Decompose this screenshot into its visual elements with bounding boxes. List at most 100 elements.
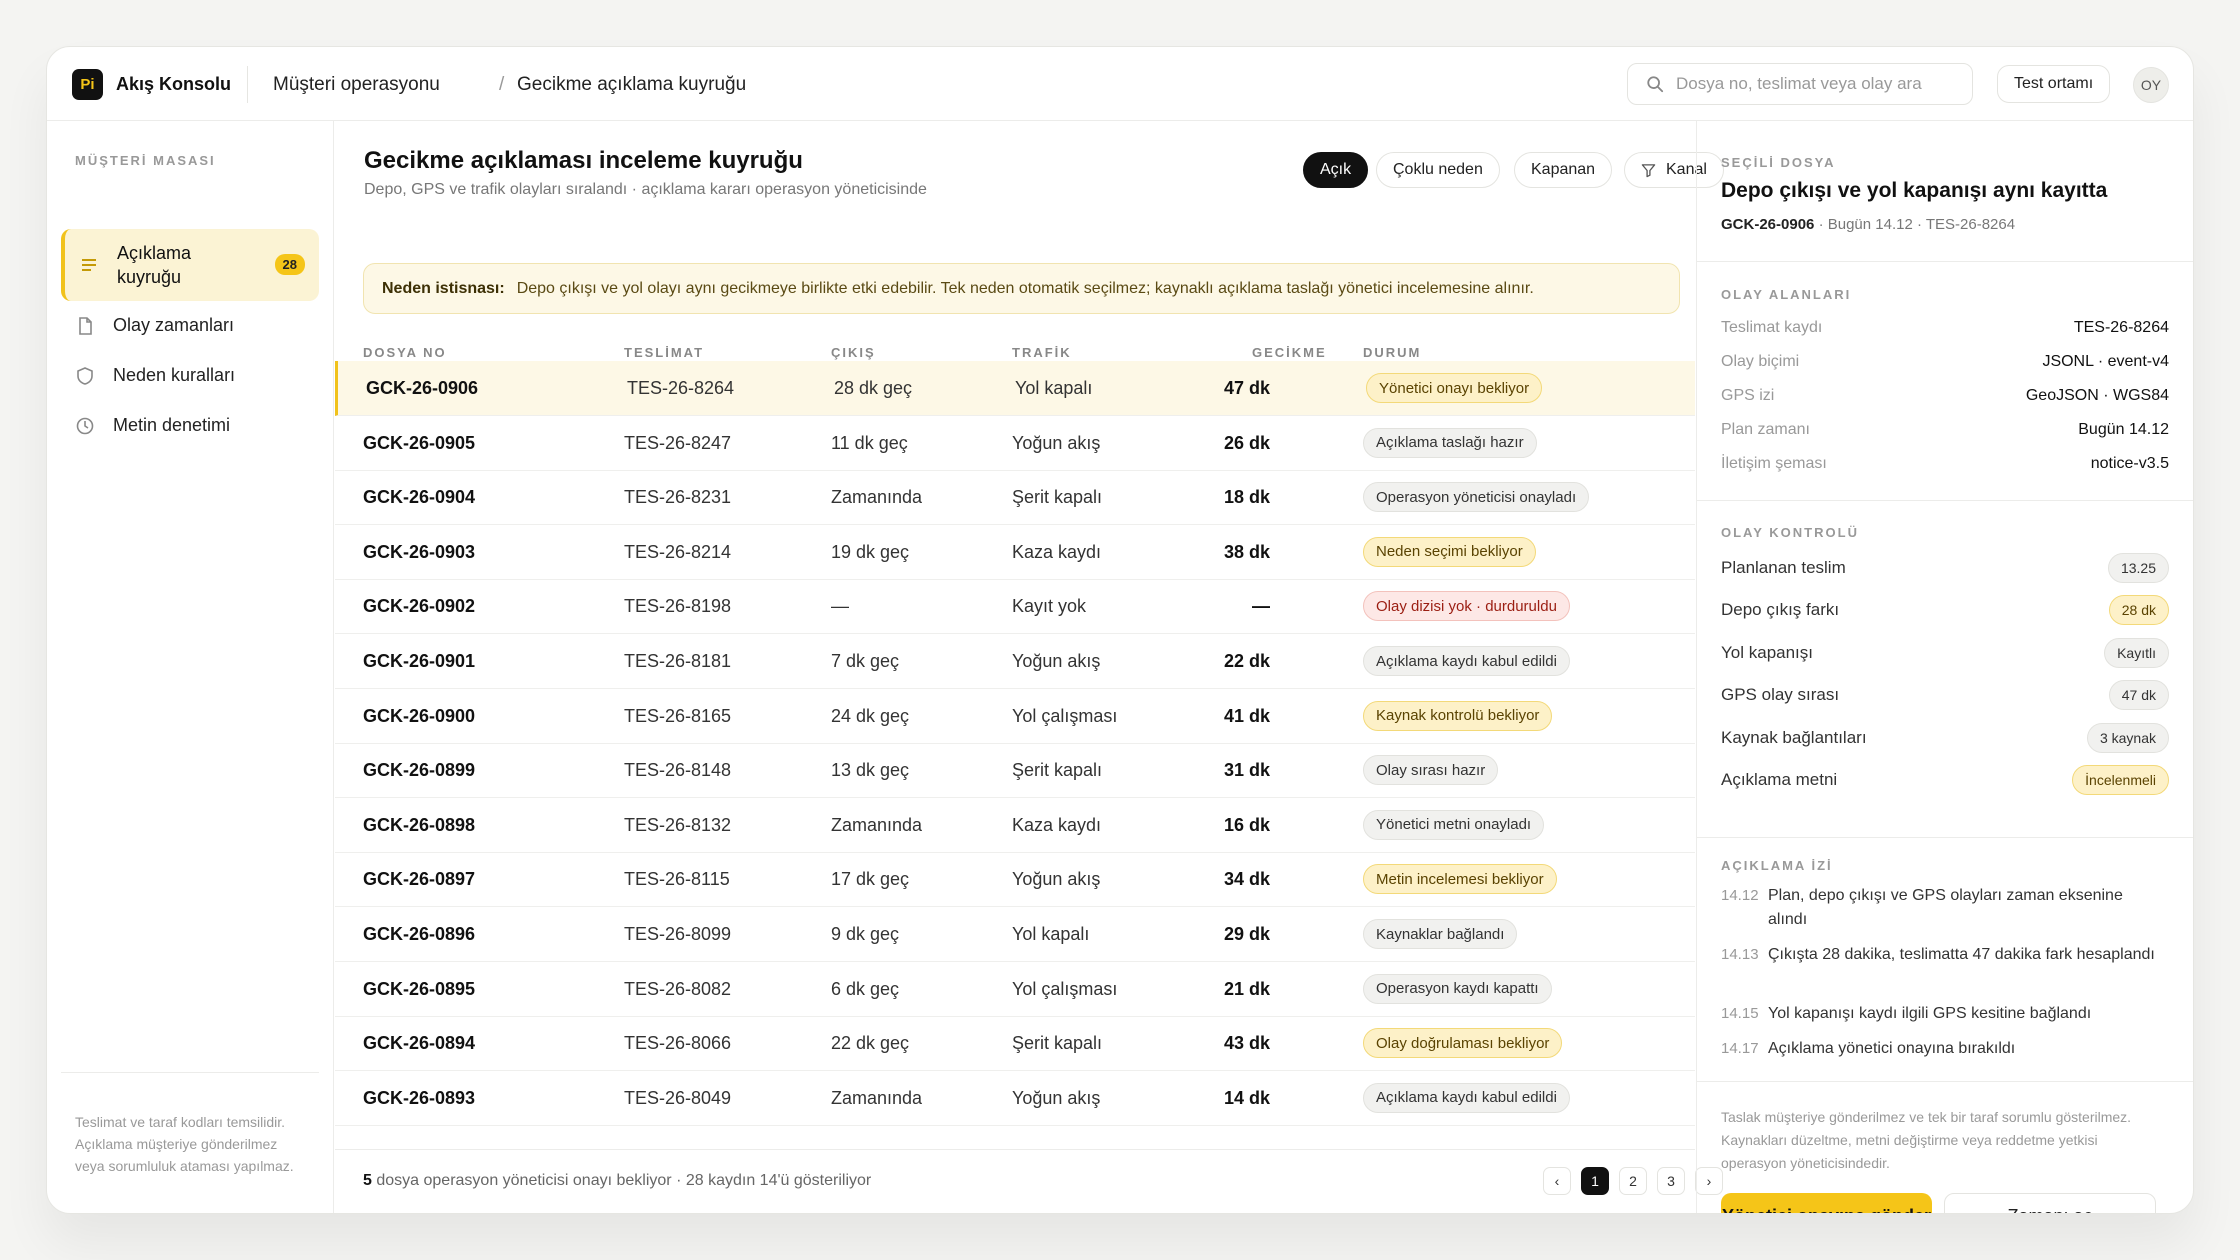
file-id: GCK-26-0898: [363, 814, 476, 835]
column-header[interactable]: DURUM: [1363, 345, 1421, 360]
user-avatar[interactable]: OY: [2133, 67, 2169, 103]
sidebar-disclaimer: Teslimat ve taraf kodları temsilidir. Aç…: [75, 1114, 294, 1174]
environment-button[interactable]: Test ortamı: [1997, 65, 2111, 103]
sidebar-item-label: Neden kuralları: [113, 365, 236, 385]
pagination-page-1[interactable]: 1: [1581, 1167, 1609, 1195]
log-time: 14.15: [1721, 1005, 1759, 1022]
delay-value: 26 dk: [1223, 432, 1270, 453]
delivery-id: TES-26-8099: [624, 924, 732, 944]
departure-delay: Zamanında: [831, 487, 923, 508]
traffic-status: Yol çalışması: [1012, 705, 1118, 726]
departure-delay: 9 dk geç: [831, 924, 900, 944]
column-header[interactable]: ÇIKIŞ: [831, 345, 876, 360]
table-row[interactable]: GCK-26-0903 TES-26-8214 19 dk geç Kaza kayd…: [335, 525, 1695, 580]
field-row: Olay biçimi JSONL · event-v4: [1721, 353, 2169, 377]
breadcrumb-item-current: Gecikme açıklama kuyruğu: [517, 74, 747, 95]
table-row[interactable]: GCK-26-0898 TES-26-8132 Zamanında Kaza kayd…: [335, 798, 1695, 853]
field-value: TES-26-8264: [2073, 319, 2169, 336]
column-header[interactable]: TRAFİK: [1012, 345, 1072, 360]
sidebar-item-event-times[interactable]: Olay zamanları: [61, 301, 319, 351]
delivery-id: TES-26-8264: [627, 378, 735, 398]
table-row[interactable]: GCK-26-0900 TES-26-8165 24 dk geç Yol çalış…: [335, 689, 1695, 744]
queue-count-badge: 28: [274, 254, 305, 275]
check-label: GPS olay sırası: [1721, 685, 1840, 705]
table-row[interactable]: GCK-26-0895 TES-26-8082 6 dk geç Yol çalışm…: [335, 962, 1695, 1017]
pending-summary: 5 dosya operasyon yöneticisi onayı bekli…: [363, 1172, 871, 1190]
field-label: İletişim şeması: [1721, 455, 1827, 472]
status-badge: Metin incelemesi bekliyor: [1363, 864, 1557, 895]
table-row[interactable]: GCK-26-0901 TES-26-8181 7 dk geç Yoğun akış…: [335, 634, 1695, 689]
table-row[interactable]: GCK-26-0906 TES-26-8264 28 dk geç Yol kapal…: [335, 361, 1695, 416]
pending-text: dosya operasyon yöneticisi onayı bekliyo…: [371, 1172, 872, 1189]
table-row[interactable]: GCK-26-0904 TES-26-8231 Zamanında Şerit kap…: [335, 470, 1695, 526]
page-title: Gecikme açıklaması inceleme kuyruğu: [364, 147, 803, 174]
delay-value: 21 dk: [1223, 978, 1270, 999]
column-header[interactable]: DOSYA NO: [363, 345, 447, 360]
file-id: GCK-26-0899: [363, 760, 476, 781]
field-label: GPS izi: [1721, 387, 1775, 404]
filter-closed[interactable]: Kapanan: [1514, 152, 1613, 188]
sidebar-item-cause-rules[interactable]: Neden kuralları: [61, 351, 319, 401]
delay-value: 34 dk: [1223, 869, 1270, 890]
filter-open[interactable]: Açık: [1303, 152, 1369, 188]
table-row[interactable]: GCK-26-0894 TES-26-8066 22 dk geç Şerit kap…: [335, 1016, 1695, 1072]
delivery-id: TES-26-8082: [624, 978, 732, 999]
sidebar-item-label: Açıklama kuyruğu: [117, 243, 192, 287]
traffic-status: Kaza kaydı: [1012, 541, 1102, 562]
file-id: GCK-26-0902: [363, 596, 476, 617]
divider: [1697, 261, 2193, 262]
check-label: Depo çıkış farkı: [1721, 600, 1840, 620]
pagination-page-2[interactable]: 2: [1619, 1167, 1647, 1195]
traffic-status: Yol kapalı: [1015, 378, 1093, 398]
selected-file-meta: GCK-26-0906 · Bugün 14.12 · TES-26-8264: [1721, 216, 2015, 233]
log-time: 14.17: [1721, 1040, 1759, 1057]
column-header[interactable]: GECİKME: [1252, 345, 1327, 360]
field-label: Teslimat kaydı: [1721, 319, 1823, 336]
file-id: GCK-26-0895: [363, 978, 476, 999]
field-value: GeoJSON · WGS84: [2025, 387, 2169, 404]
filter-multi-cause[interactable]: Çoklu neden: [1376, 152, 1500, 188]
delivery-id: TES-26-8214: [624, 541, 732, 562]
send-for-approval-button[interactable]: Yönetici onayına gönder: [1721, 1193, 1932, 1213]
selected-file-id: GCK-26-0906: [1721, 216, 1815, 233]
status-badge: Açıklama taslağı hazır: [1363, 427, 1537, 458]
pagination-page-3[interactable]: 3: [1657, 1167, 1685, 1195]
field-row: İletişim şeması notice-v3.5: [1721, 455, 2169, 479]
table-row[interactable]: GCK-26-0893 TES-26-8049 Zamanında Yoğun akı…: [335, 1071, 1695, 1126]
delivery-id: TES-26-8148: [624, 760, 732, 781]
table-row[interactable]: GCK-26-0902 TES-26-8198 — Kayıt yok — Olay di…: [335, 579, 1695, 635]
sidebar-item-explanation-queue[interactable]: Açıklama kuyruğu 28: [61, 229, 319, 301]
file-id: GCK-26-0901: [363, 651, 476, 671]
check-label: Planlanan teslim: [1721, 558, 1846, 577]
breadcrumb-item-customer-ops[interactable]: Müşteri operasyonu: [273, 74, 440, 96]
check-row: GPS olay sırası 47 dk: [1721, 680, 2169, 711]
sidebar-item-text-audit[interactable]: Metin denetimi: [61, 401, 319, 451]
pagination-prev[interactable]: ‹: [1543, 1167, 1571, 1195]
divider: [247, 66, 248, 103]
open-timeline-button[interactable]: Zamanı aç: [1944, 1193, 2156, 1213]
table-row[interactable]: GCK-26-0897 TES-26-8115 17 dk geç Yoğun akı…: [335, 852, 1695, 908]
table-row[interactable]: GCK-26-0896 TES-26-8099 9 dk geç Yol kapalı…: [335, 907, 1695, 962]
delivery-id: TES-26-8066: [624, 1033, 732, 1054]
departure-delay: —: [831, 596, 849, 617]
column-header[interactable]: TESLİMAT: [624, 345, 704, 360]
delay-value: 18 dk: [1223, 487, 1270, 508]
table-row[interactable]: GCK-26-0905 TES-26-8247 11 dk geç Yoğun akı…: [335, 416, 1695, 471]
search-input[interactable]: [1676, 74, 1956, 94]
delay-value: —: [1252, 596, 1270, 617]
delivery-id: TES-26-8247: [624, 432, 732, 453]
divider: [1697, 500, 2193, 501]
check-value-badge: 3 kaynak: [2086, 722, 2169, 753]
traffic-status: Yol kapalı: [1012, 924, 1090, 944]
departure-delay: 11 dk geç: [831, 432, 908, 453]
traffic-status: Kayıt yok: [1012, 596, 1087, 617]
delay-value: 16 dk: [1223, 814, 1270, 835]
delivery-id: TES-26-8165: [624, 705, 732, 726]
departure-delay: 6 dk geç: [831, 978, 900, 999]
check-row: Yol kapanışı Kayıtlı: [1721, 637, 2169, 668]
table-row[interactable]: GCK-26-0899 TES-26-8148 13 dk geç Şerit kap…: [335, 743, 1695, 799]
cause-exception-notice: Neden istisnası: Depo çıkışı ve yol olay…: [363, 263, 1680, 314]
delivery-id: TES-26-8115: [624, 869, 730, 890]
search-box[interactable]: [1627, 63, 1973, 105]
delay-value: 31 dk: [1223, 760, 1270, 781]
